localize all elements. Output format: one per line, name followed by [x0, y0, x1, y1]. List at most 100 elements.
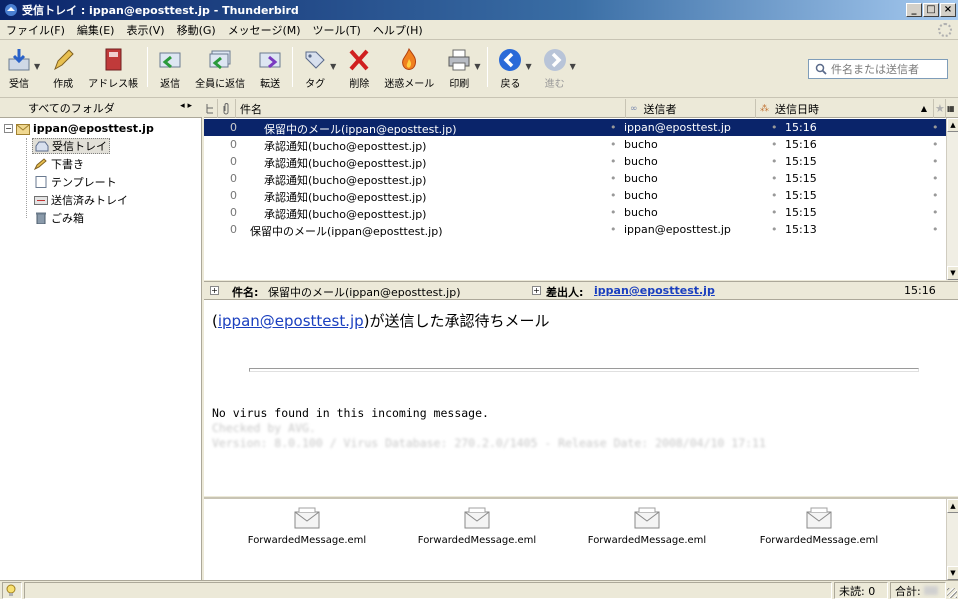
menu-go[interactable]: 移動(G) — [171, 22, 222, 38]
window-title: 受信トレイ : ippan@eposttest.jp - Thunderbird — [22, 4, 299, 17]
read-dot-icon: • — [610, 189, 617, 202]
attachment-name: ForwardedMessage.eml — [247, 535, 367, 546]
table-row[interactable]: 0 承認通知(bucho@eposttest.jp) • bucho • 15:… — [204, 187, 946, 204]
table-row[interactable]: 0 承認通知(bucho@eposttest.jp) • bucho • 15:… — [204, 204, 946, 221]
total-count-blurred — [923, 586, 938, 595]
pencil-icon — [54, 49, 74, 71]
folder-label: ごみ箱 — [51, 212, 84, 225]
print-dropdown-icon[interactable]: ▼ — [474, 62, 480, 71]
menu-edit[interactable]: 編集(E) — [71, 22, 121, 38]
scroll-up-icon[interactable]: ▲ — [947, 499, 958, 513]
folder-templates[interactable]: テンプレート — [32, 174, 119, 190]
tag-button[interactable]: タグ — [296, 47, 334, 93]
print-button[interactable]: 印刷 — [440, 47, 478, 93]
folder-view-arrows[interactable]: ◂ ▸ — [180, 101, 192, 111]
account-node[interactable]: − ippan@eposttest.jp — [4, 122, 154, 135]
date-column-header[interactable]: ⁂ 送信日時 ▲ — [756, 99, 934, 118]
menu-view[interactable]: 表示(V) — [120, 22, 170, 38]
table-row[interactable]: 0 承認通知(bucho@eposttest.jp) • bucho • 15:… — [204, 153, 946, 170]
attachment-item[interactable]: ForwardedMessage.eml — [572, 507, 722, 546]
tag-dropdown-icon[interactable]: ▼ — [330, 62, 336, 71]
menu-message[interactable]: メッセージ(M) — [222, 22, 307, 38]
scroll-down-icon[interactable]: ▼ — [947, 566, 958, 580]
thread-column-header[interactable] — [204, 99, 218, 118]
attachment-column-header[interactable] — [218, 99, 236, 118]
folder-view-title: すべてのフォルダ — [28, 102, 115, 115]
read-dot-icon: • — [610, 121, 617, 134]
get-mail-button[interactable]: 受信 — [0, 47, 38, 93]
table-row[interactable]: 0 保留中のメール(ippan@eposttest.jp) • ippan@ep… — [204, 221, 946, 238]
attachment-icon: 0 — [230, 172, 237, 185]
read-status-icon: ∞ — [630, 103, 638, 114]
attachment-item[interactable]: ForwardedMessage.eml — [232, 507, 382, 546]
attachment-name: ForwardedMessage.eml — [417, 535, 537, 546]
forward-nav-dropdown-icon[interactable]: ▼ — [570, 62, 576, 71]
back-button[interactable]: 戻る — [491, 47, 529, 93]
print-label: 印刷 — [449, 79, 470, 90]
account-name: ippan@eposttest.jp — [33, 122, 154, 135]
compose-button[interactable]: 作成 — [44, 47, 82, 93]
attachment-scrollbar[interactable]: ▲ ▼ — [946, 499, 958, 580]
back-dropdown-icon[interactable]: ▼ — [525, 62, 531, 71]
table-row[interactable]: 0 承認通知(bucho@eposttest.jp) • bucho • 15:… — [204, 170, 946, 187]
body-email-link[interactable]: ippan@eposttest.jp — [218, 312, 364, 330]
menu-help[interactable]: ヘルプ(H) — [367, 22, 429, 38]
collapse-toggle-icon[interactable]: − — [4, 124, 13, 133]
subject-column-header[interactable]: 件名 — [236, 99, 626, 118]
star-icon: ★ — [935, 102, 945, 115]
star-column-header[interactable]: ★ — [934, 99, 946, 118]
reply-all-button[interactable]: 全員に返信 — [189, 47, 251, 93]
junk-flame-icon — [402, 47, 417, 70]
table-row[interactable]: 0 保留中のメール(ippan@eposttest.jp) • ippan@ep… — [204, 119, 946, 136]
subject-column-label: 件名 — [240, 102, 262, 116]
attachment-item[interactable]: ForwardedMessage.eml — [744, 507, 894, 546]
title-bar: 受信トレイ : ippan@eposttest.jp - Thunderbird… — [0, 0, 958, 20]
sender-column-header[interactable]: ∞ 送信者 — [626, 99, 756, 118]
forward-nav-button[interactable]: 進む — [536, 47, 574, 93]
date-column-label: 送信日時 — [775, 102, 819, 116]
delete-button[interactable]: 削除 — [340, 47, 378, 93]
close-button[interactable]: × — [940, 3, 956, 17]
row-date: 15:13 — [785, 223, 817, 236]
folder-pane-header[interactable]: すべてのフォルダ ◂ ▸ — [0, 99, 202, 118]
folder-trash[interactable]: ごみ箱 — [32, 210, 86, 226]
forward-button[interactable]: 転送 — [251, 47, 289, 93]
trash-icon — [36, 212, 46, 224]
folder-drafts[interactable]: 下書き — [32, 156, 86, 172]
table-row[interactable]: 0 承認通知(bucho@eposttest.jp) • bucho • 15:… — [204, 136, 946, 153]
minimize-button[interactable]: _ — [906, 3, 922, 17]
folder-sent[interactable]: 送信済みトレイ — [32, 192, 130, 208]
menu-file[interactable]: ファイル(F) — [0, 22, 71, 38]
search-input[interactable]: 件名または送信者 — [808, 59, 948, 79]
forward-label: 転送 — [260, 79, 281, 90]
forward-mail-icon — [259, 52, 281, 69]
junk-button[interactable]: 迷惑メール — [378, 47, 440, 93]
inbox-icon — [35, 141, 49, 152]
star-dot-icon: • — [932, 189, 939, 202]
status-message — [24, 582, 832, 599]
scroll-down-icon[interactable]: ▼ — [947, 266, 958, 280]
reply-all-icon — [209, 50, 231, 70]
scroll-up-icon[interactable]: ▲ — [947, 118, 958, 132]
maximize-button[interactable]: □ — [923, 3, 939, 17]
thread-scrollbar[interactable]: ▲ ▼ — [946, 118, 958, 280]
menu-tools[interactable]: ツール(T) — [307, 22, 367, 38]
address-book-icon — [105, 48, 122, 71]
folder-label: 受信トレイ — [52, 140, 107, 153]
folder-inbox[interactable]: 受信トレイ — [32, 138, 110, 154]
envelope-icon — [464, 507, 490, 529]
body-scroll-gutter — [946, 300, 958, 496]
junk-dot-icon: • — [771, 155, 778, 168]
folder-pane: − ippan@eposttest.jp 受信トレイ 下書き テンプレート 送信… — [0, 118, 202, 580]
attachment-item[interactable]: ForwardedMessage.eml — [402, 507, 552, 546]
resize-grip-icon[interactable] — [947, 588, 957, 598]
from-address-link[interactable]: ippan@eposttest.jp — [594, 284, 715, 297]
checked-by-line: Checked by AVG. — [212, 421, 316, 435]
column-picker[interactable]: ▦ — [946, 99, 958, 118]
folder-label: 送信済みトレイ — [51, 194, 128, 207]
sender-column-label: 送信者 — [643, 102, 677, 116]
reply-button[interactable]: 返信 — [151, 47, 189, 93]
read-dot-icon: • — [610, 172, 617, 185]
get-mail-dropdown-icon[interactable]: ▼ — [34, 62, 40, 71]
address-book-button[interactable]: アドレス帳 — [82, 47, 144, 93]
